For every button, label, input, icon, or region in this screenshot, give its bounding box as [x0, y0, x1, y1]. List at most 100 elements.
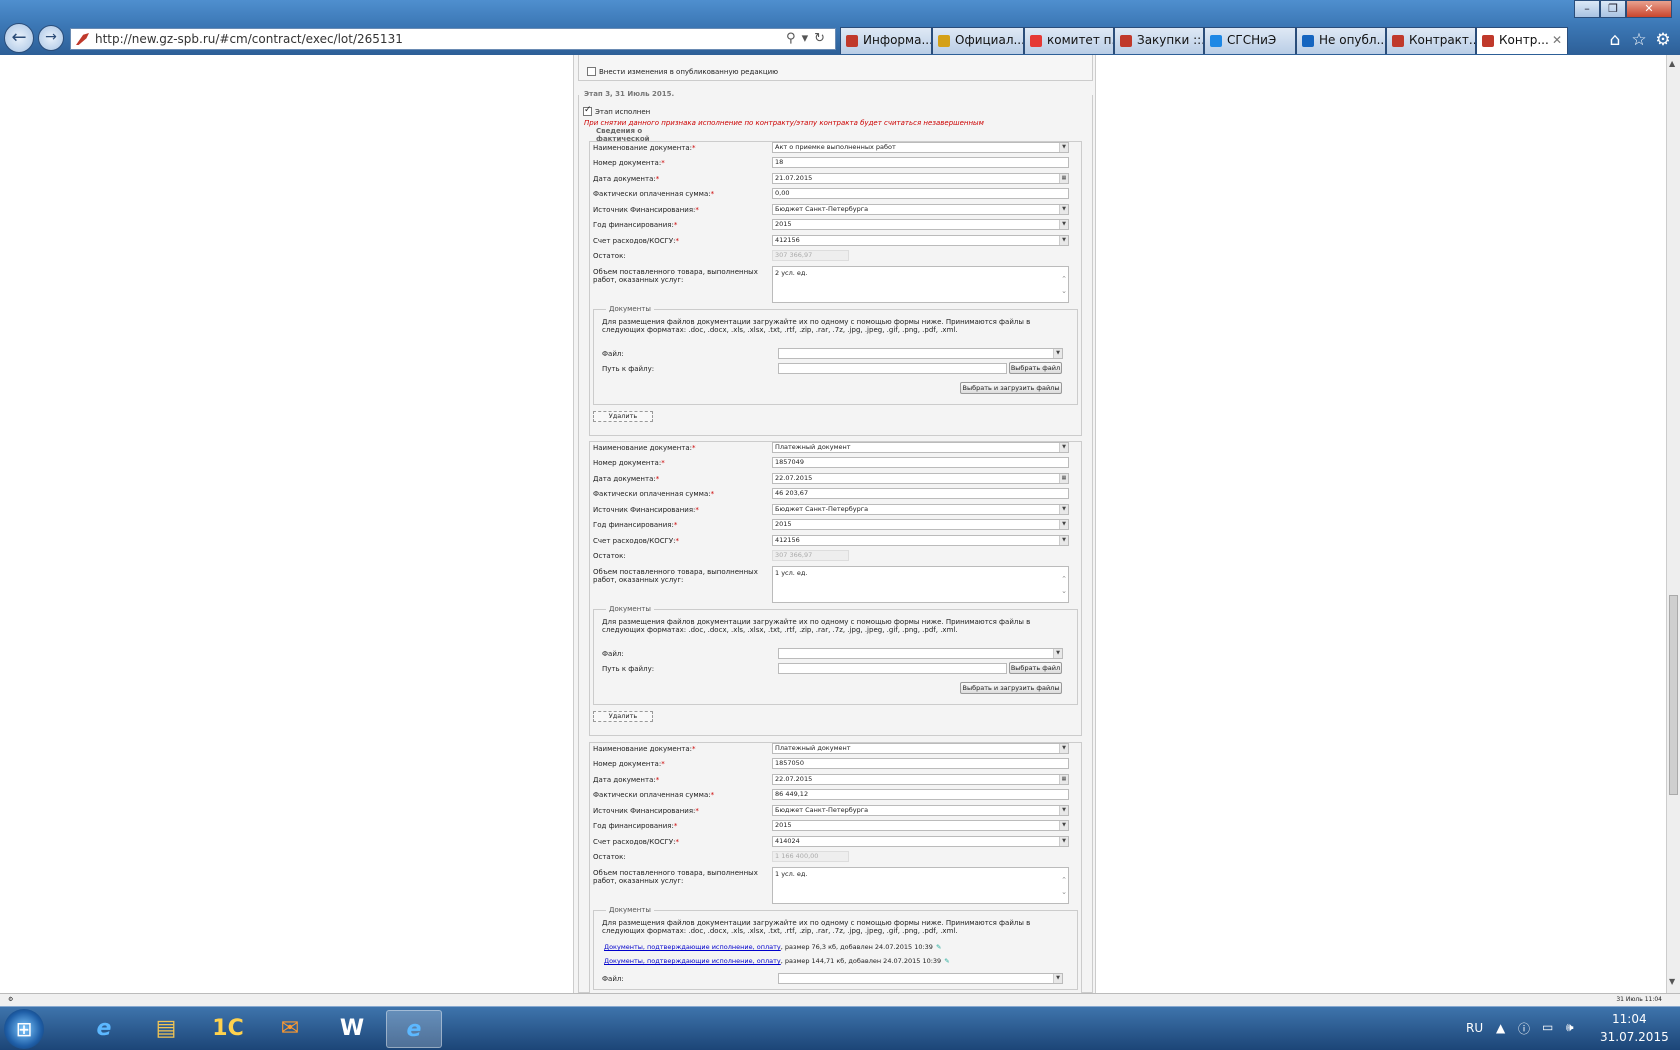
delete-record-button[interactable]: Удалить: [593, 711, 653, 722]
choose-file-button[interactable]: Выбрать файл: [1009, 662, 1062, 674]
chevron-down-icon[interactable]: ▼: [1053, 349, 1062, 358]
close-window-button[interactable]: ✕: [1626, 0, 1672, 18]
stage-done-label: Этап исполнен: [595, 108, 651, 116]
account-field[interactable]: 412156 ▼: [772, 235, 1069, 246]
maximize-button[interactable]: ❐: [1600, 0, 1626, 18]
forward-button[interactable]: →: [38, 25, 64, 51]
volume-textarea[interactable]: 1 усл. ед. ⌃ ⌄: [772, 566, 1069, 603]
fin-year-field[interactable]: 2015 ▼: [772, 820, 1069, 831]
scroll-down-icon[interactable]: ▼: [1669, 977, 1675, 986]
doc-number-field[interactable]: 18: [772, 157, 1069, 168]
attachment-link[interactable]: Документы, подтверждающие исполнение, оп…: [604, 943, 781, 951]
file-select[interactable]: ▼: [778, 648, 1063, 659]
scroll-up-icon[interactable]: ▲: [1669, 59, 1675, 68]
chevron-down-icon[interactable]: ▼: [1053, 649, 1062, 658]
chevron-down-icon[interactable]: ▼: [1059, 837, 1068, 846]
clock-time[interactable]: 11:04: [1612, 1012, 1647, 1026]
browser-tab[interactable]: Информа...: [840, 27, 932, 54]
volume-icon[interactable]: 🕪: [1566, 1020, 1574, 1035]
explorer-taskbar-icon[interactable]: ▤: [138, 1010, 194, 1048]
attachment-link[interactable]: Документы, подтверждающие исполнение, оп…: [604, 957, 781, 965]
chevron-down-icon[interactable]: ▼: [1059, 505, 1068, 514]
doc-number-field[interactable]: 1857050: [772, 758, 1069, 769]
chevron-down-icon[interactable]: ▼: [1059, 520, 1068, 529]
chevron-down-icon[interactable]: ▼: [1059, 443, 1068, 452]
delete-attachment-icon[interactable]: ✎: [944, 957, 949, 965]
chevron-down-icon[interactable]: ▼: [1059, 220, 1068, 229]
paid-sum-field[interactable]: 0,00: [772, 188, 1069, 199]
account-field[interactable]: 412156 ▼: [772, 535, 1069, 546]
chevron-down-icon[interactable]: ▼: [1059, 536, 1068, 545]
browser-tab[interactable]: Контракт...: [1386, 27, 1476, 54]
stage-done-checkbox[interactable]: [583, 105, 592, 116]
gear-icon[interactable]: ⚙: [1652, 29, 1674, 51]
fin-source-field[interactable]: Бюджет Санкт-Петербурга ▼: [772, 805, 1069, 816]
browser-tab[interactable]: Не опубл...: [1296, 27, 1386, 54]
doc-name-field[interactable]: Акт о приемке выполненных работ ▼: [772, 142, 1069, 153]
textarea-scroll-icon[interactable]: ⌃ ⌄: [1061, 273, 1067, 297]
ie-taskbar-icon[interactable]: e: [76, 1010, 132, 1048]
tray-alert-icon[interactable]: ⓘ: [1518, 1020, 1530, 1037]
calendar-icon[interactable]: ▦: [1059, 775, 1068, 784]
doc-number-field[interactable]: 1857049: [772, 457, 1069, 468]
start-button[interactable]: ⊞: [4, 1009, 44, 1049]
choose-file-button[interactable]: Выбрать файл: [1009, 362, 1062, 374]
calendar-icon[interactable]: ▦: [1059, 474, 1068, 483]
browser-tab[interactable]: Официал...: [932, 27, 1024, 54]
chevron-down-icon[interactable]: ▼: [1059, 821, 1068, 830]
browser-tab[interactable]: Закупки ::...: [1114, 27, 1204, 54]
vertical-scrollbar[interactable]: ▲ ▼: [1666, 55, 1680, 993]
file-select[interactable]: ▼: [778, 973, 1063, 984]
account-field[interactable]: 414024 ▼: [772, 836, 1069, 847]
chevron-down-icon[interactable]: ▼: [1059, 744, 1068, 753]
file-select[interactable]: ▼: [778, 348, 1063, 359]
textarea-scroll-icon[interactable]: ⌃ ⌄: [1061, 874, 1067, 898]
outlook-taskbar-icon[interactable]: ✉: [262, 1010, 318, 1048]
publish-changes-checkbox[interactable]: [587, 67, 596, 76]
volume-textarea[interactable]: 1 усл. ед. ⌃ ⌄: [772, 867, 1069, 904]
doc-name-field[interactable]: Платежный документ ▼: [772, 743, 1069, 754]
browser-tab[interactable]: Контр... ✕: [1476, 27, 1568, 54]
favorites-star-icon[interactable]: ☆: [1628, 29, 1650, 51]
doc-date-field[interactable]: 21.07.2015 ▦: [772, 173, 1069, 184]
word-taskbar-icon[interactable]: W: [324, 1010, 380, 1048]
close-tab-icon[interactable]: ✕: [1552, 28, 1562, 53]
file-path-input[interactable]: [778, 663, 1007, 674]
chevron-down-icon[interactable]: ▼: [1059, 236, 1068, 245]
minimize-button[interactable]: –: [1574, 0, 1600, 18]
language-indicator[interactable]: RU: [1466, 1021, 1483, 1035]
doc-date-field[interactable]: 22.07.2015 ▦: [772, 774, 1069, 785]
delete-attachment-icon[interactable]: ✎: [936, 943, 941, 951]
choose-upload-button[interactable]: Выбрать и загрузить файлы: [960, 682, 1062, 694]
address-bar[interactable]: http://new.gz-spb.ru/#cm/contract/exec/l…: [70, 28, 836, 50]
home-icon[interactable]: ⌂: [1604, 29, 1626, 51]
back-button[interactable]: ←: [4, 23, 34, 53]
chevron-down-icon[interactable]: ▼: [1059, 143, 1068, 152]
fin-year-field[interactable]: 2015 ▼: [772, 519, 1069, 530]
browser-tab[interactable]: комитет п...: [1024, 27, 1114, 54]
fin-source-field[interactable]: Бюджет Санкт-Петербурга ▼: [772, 204, 1069, 215]
ie-active-taskbar-icon[interactable]: e: [386, 1010, 442, 1048]
doc-date-field[interactable]: 22.07.2015 ▦: [772, 473, 1069, 484]
clock-date[interactable]: 31.07.2015: [1600, 1030, 1669, 1044]
file-path-input[interactable]: [778, 363, 1007, 374]
tray-arrow-icon[interactable]: ▲: [1496, 1021, 1505, 1035]
browser-tab[interactable]: СГСНиЭ: [1204, 27, 1296, 54]
chevron-down-icon[interactable]: ▼: [1053, 974, 1062, 983]
scroll-thumb[interactable]: [1669, 595, 1678, 795]
1c-taskbar-icon[interactable]: 1С: [200, 1010, 256, 1048]
calendar-icon[interactable]: ▦: [1059, 174, 1068, 183]
doc-name-field[interactable]: Платежный документ ▼: [772, 442, 1069, 453]
textarea-scroll-icon[interactable]: ⌃ ⌄: [1061, 573, 1067, 597]
network-icon[interactable]: ▭: [1542, 1020, 1553, 1034]
fin-source-field[interactable]: Бюджет Санкт-Петербурга ▼: [772, 504, 1069, 515]
chevron-down-icon[interactable]: ▼: [1059, 205, 1068, 214]
address-tools-icon[interactable]: ⚲▾↻: [786, 29, 831, 49]
choose-upload-button[interactable]: Выбрать и загрузить файлы: [960, 382, 1062, 394]
chevron-down-icon[interactable]: ▼: [1059, 806, 1068, 815]
paid-sum-field[interactable]: 86 449,12: [772, 789, 1069, 800]
delete-record-button[interactable]: Удалить: [593, 411, 653, 422]
volume-textarea[interactable]: 2 усл. ед. ⌃ ⌄: [772, 266, 1069, 303]
paid-sum-field[interactable]: 46 203,67: [772, 488, 1069, 499]
fin-year-field[interactable]: 2015 ▼: [772, 219, 1069, 230]
